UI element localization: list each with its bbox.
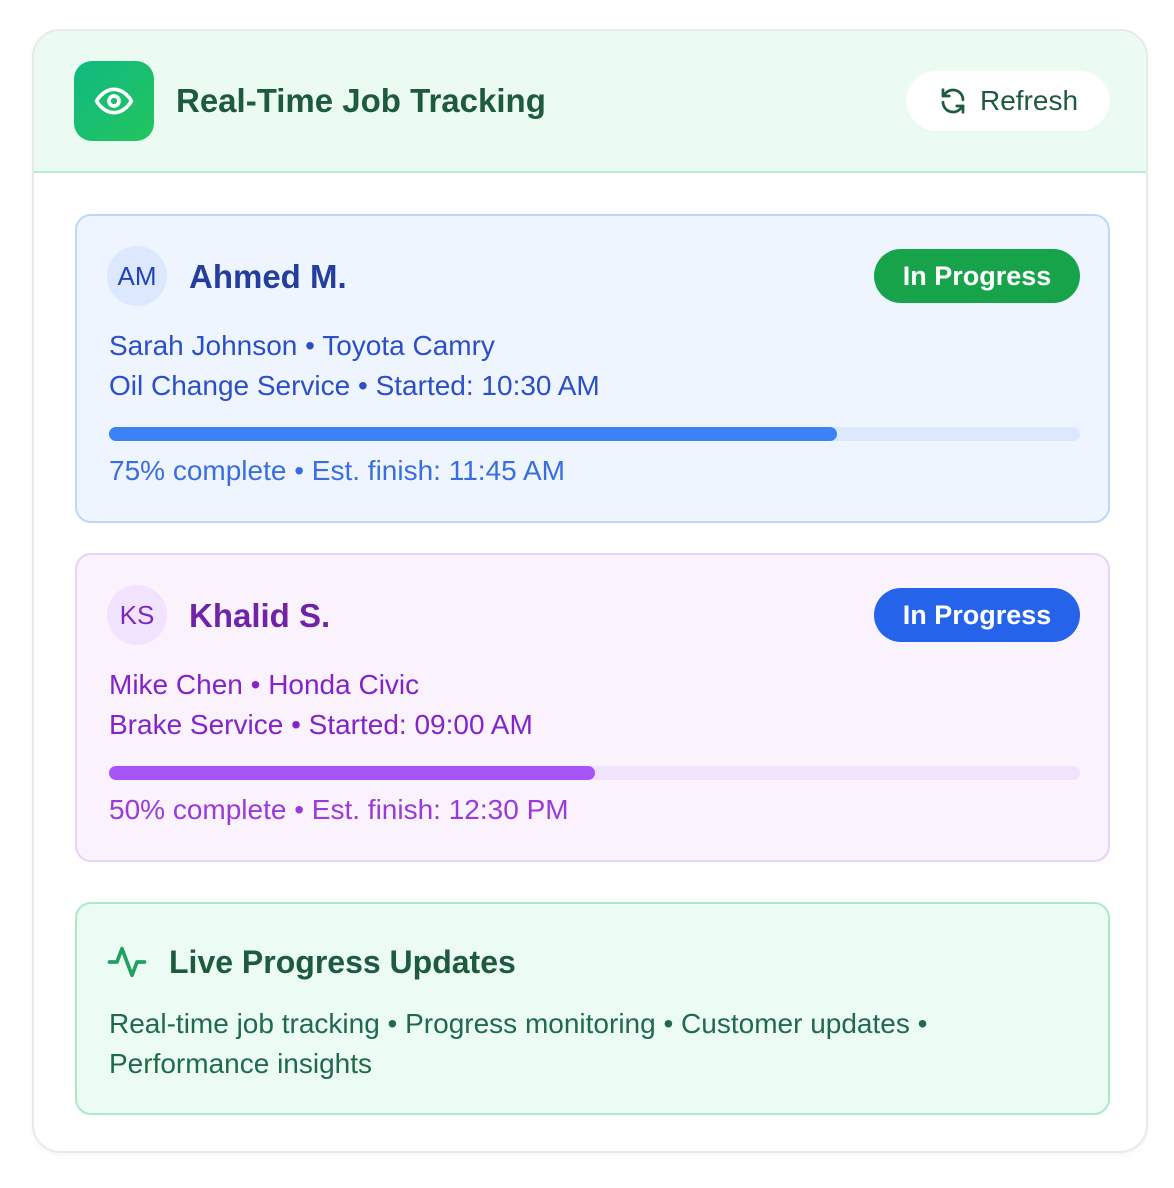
job-tracking-panel: Real-Time Job Tracking Refresh AM Ahmed …	[32, 29, 1148, 1153]
job-card[interactable]: KS Khalid S. In Progress Mike Chen • Hon…	[75, 553, 1110, 862]
status-badge: In Progress	[874, 588, 1080, 642]
progress-text: 75% complete • Est. finish: 11:45 AM	[109, 455, 565, 486]
refresh-icon	[938, 86, 968, 116]
progress-fill	[109, 427, 838, 441]
progress-bar	[109, 766, 1080, 780]
refresh-label: Refresh	[979, 85, 1079, 116]
technician-name: Ahmed M.	[189, 258, 347, 295]
avatar: KS	[107, 585, 167, 645]
progress-text: 50% complete • Est. finish: 12:30 PM	[109, 794, 569, 825]
refresh-button[interactable]: Refresh	[906, 71, 1110, 131]
progress-fill	[109, 766, 595, 780]
customer-vehicle: Mike Chen • Honda Civic	[109, 669, 420, 700]
service-started: Oil Change Service • Started: 10:30 AM	[109, 370, 600, 401]
service-started: Brake Service • Started: 09:00 AM	[109, 709, 533, 740]
page-title: Real-Time Job Tracking	[176, 82, 546, 119]
activity-icon	[107, 942, 147, 982]
live-updates-description: Real-time job tracking • Progress monito…	[109, 1008, 928, 1079]
avatar: AM	[107, 246, 167, 306]
live-updates-title: Live Progress Updates	[169, 944, 516, 980]
live-updates-card: Live Progress Updates Real-time job trac…	[75, 902, 1110, 1115]
eye-icon	[74, 61, 154, 141]
customer-vehicle: Sarah Johnson • Toyota Camry	[109, 330, 495, 361]
panel-header: Real-Time Job Tracking Refresh	[34, 31, 1146, 173]
status-badge: In Progress	[874, 249, 1080, 303]
technician-name: Khalid S.	[189, 597, 331, 634]
job-card[interactable]: AM Ahmed M. In Progress Sarah Johnson • …	[75, 214, 1110, 523]
progress-bar	[109, 427, 1080, 441]
